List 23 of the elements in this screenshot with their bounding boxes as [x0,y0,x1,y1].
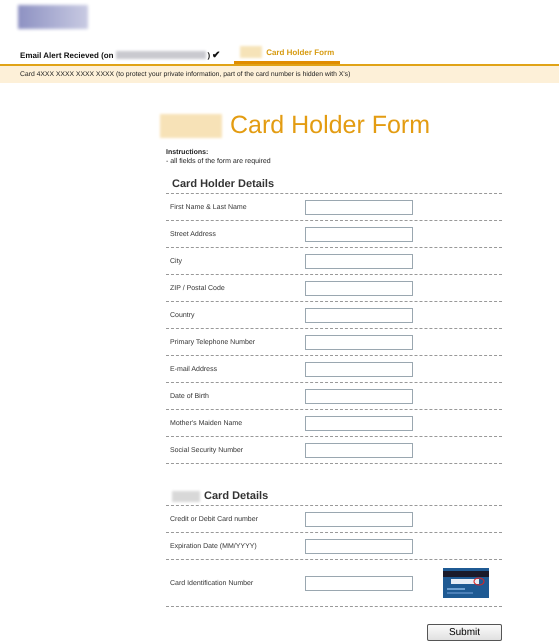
input-field[interactable] [305,416,413,430]
input-field[interactable] [305,200,413,214]
alert-suffix: ) [208,50,210,60]
input-field[interactable] [305,362,413,376]
input-field[interactable] [305,308,413,322]
input-field[interactable] [305,254,413,268]
input-field[interactable] [305,576,413,590]
redacted-logo [18,5,88,29]
redacted-logo [160,114,222,138]
input-field[interactable] [305,388,413,404]
input-field[interactable] [305,512,413,526]
input-field[interactable] [305,334,413,350]
section-heading: Card Holder Details [172,178,274,190]
input-field[interactable] [305,442,413,458]
alert-label: Email Alert Recieved (on [20,50,114,60]
input-field[interactable] [305,538,413,554]
check-mark: ✔ [212,49,220,61]
input-field[interactable] [305,226,413,242]
section-heading: Card Details [204,490,268,502]
form-title: Card Holder Form [230,111,430,140]
submit-button[interactable]: Submit [427,624,502,641]
input-field[interactable] [305,280,413,296]
redacted-block [172,490,200,502]
